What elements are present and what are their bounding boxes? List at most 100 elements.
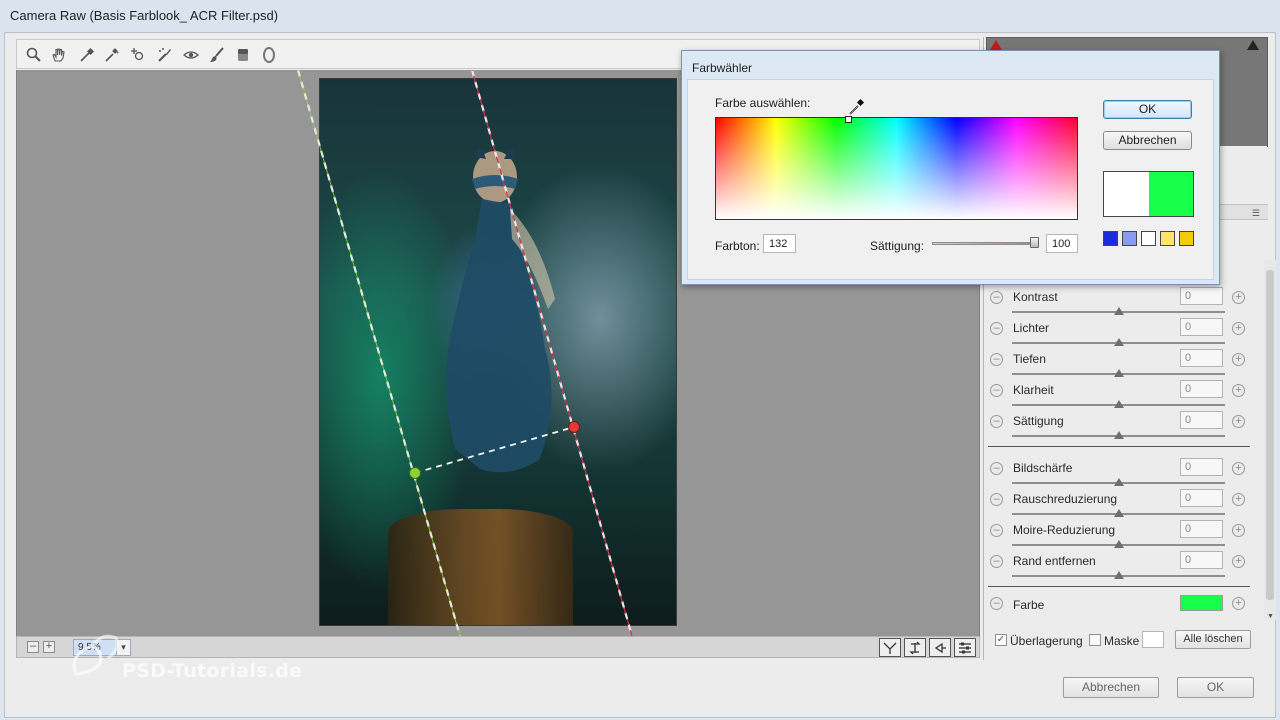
adjustment-value-field[interactable]: 0 [1180, 287, 1223, 305]
color-spectrum[interactable] [715, 117, 1078, 220]
slider-knob[interactable] [1113, 369, 1124, 377]
hue-label: Farbton: [715, 239, 760, 253]
slider-knob[interactable] [1113, 431, 1124, 439]
slider-knob[interactable] [1113, 400, 1124, 408]
dialog-cancel-button[interactable]: Abbrechen [1103, 131, 1192, 150]
increase-icon[interactable]: + [1232, 291, 1245, 304]
color-label: Farbe [1013, 598, 1045, 612]
zoom-tool-icon[interactable] [23, 44, 45, 66]
adjustment-brush-icon[interactable] [206, 44, 228, 66]
slider-knob[interactable] [1113, 338, 1124, 346]
adjustment-row-kontrast: – Kontrast 0 + [988, 287, 1250, 318]
decrease-icon[interactable]: – [990, 384, 1003, 397]
color-picker-dialog: Farbwähler Farbe auswählen: Farbton: 132… [681, 50, 1220, 285]
increase-icon[interactable]: + [1232, 384, 1245, 397]
panel-menu-icon[interactable]: ☰ [1252, 208, 1260, 219]
highlight-clipping-warning-icon[interactable] [1247, 40, 1259, 50]
increase-icon[interactable]: + [1232, 415, 1245, 428]
shadow-clipping-warning-icon[interactable] [990, 40, 1002, 50]
saturation-slider-knob[interactable] [1030, 237, 1039, 248]
adjustment-row-saettigung: – Sättigung 0 + [988, 411, 1250, 442]
zoom-in-button[interactable]: + [43, 641, 55, 653]
saturation-input[interactable]: 100 [1046, 234, 1078, 253]
adjustment-value-field[interactable]: 0 [1180, 411, 1223, 429]
overlay-checkbox[interactable]: ✓ [995, 634, 1007, 646]
increase-icon[interactable]: + [1232, 353, 1245, 366]
adjustment-value-field[interactable]: 0 [1180, 349, 1223, 367]
increase-icon[interactable]: + [1232, 322, 1245, 335]
panel-scrollbar[interactable]: ▼ [1264, 260, 1276, 620]
decrease-icon[interactable]: – [990, 415, 1003, 428]
color-swatch[interactable] [1180, 595, 1223, 611]
copy-settings-icon[interactable] [929, 638, 951, 657]
preset-swatch[interactable] [1103, 231, 1118, 246]
red-eye-tool-icon[interactable] [180, 44, 202, 66]
section-divider [988, 586, 1250, 587]
increase-icon[interactable]: + [1232, 493, 1245, 506]
adjustment-value-field[interactable]: 0 [1180, 318, 1223, 336]
filter-connector-line [414, 426, 575, 474]
slider-knob[interactable] [1113, 307, 1124, 315]
decrease-icon[interactable]: – [990, 555, 1003, 568]
section-divider [988, 446, 1250, 447]
adjustment-value-field[interactable]: 0 [1180, 520, 1223, 538]
dialog-ok-button[interactable]: OK [1103, 100, 1192, 119]
decrease-icon[interactable]: – [990, 597, 1003, 610]
decrease-icon[interactable]: – [990, 524, 1003, 537]
preset-swatch[interactable] [1160, 231, 1175, 246]
histogram-baseline [1212, 146, 1267, 147]
clear-all-button[interactable]: Alle löschen [1175, 630, 1251, 649]
preset-swatch[interactable] [1141, 231, 1156, 246]
slider-knob[interactable] [1113, 571, 1124, 579]
cancel-button[interactable]: Abbrechen [1063, 677, 1159, 698]
before-after-toggle-icon[interactable] [879, 638, 901, 657]
saturation-slider[interactable] [932, 242, 1037, 245]
color-sampler-tool-icon[interactable]: + [101, 44, 123, 66]
spectrum-marker[interactable] [845, 116, 852, 123]
mask-color-swatch[interactable] [1142, 631, 1164, 648]
toggle-settings-icon[interactable] [954, 638, 976, 657]
increase-icon[interactable]: + [1232, 597, 1245, 610]
spot-removal-tool-icon[interactable] [154, 44, 176, 66]
ok-button[interactable]: OK [1177, 677, 1254, 698]
red-pin[interactable] [568, 421, 580, 433]
hand-tool-icon[interactable] [48, 44, 70, 66]
decrease-icon[interactable]: – [990, 322, 1003, 335]
zoom-dropdown[interactable]: ▾ [116, 639, 131, 656]
hue-input[interactable]: 132 [763, 234, 796, 253]
slider-knob[interactable] [1113, 478, 1124, 486]
adjustment-value-field[interactable]: 0 [1180, 489, 1223, 507]
increase-icon[interactable]: + [1232, 462, 1245, 475]
scrollbar-thumb[interactable] [1266, 270, 1274, 600]
previous-color [1104, 172, 1149, 216]
increase-icon[interactable]: + [1232, 555, 1245, 568]
slider-knob[interactable] [1113, 540, 1124, 548]
decrease-icon[interactable]: – [990, 462, 1003, 475]
mask-checkbox[interactable] [1089, 634, 1101, 646]
adjustment-label: Rauschreduzierung [1013, 492, 1118, 506]
graduated-filter-icon[interactable] [232, 44, 254, 66]
svg-text:+: + [116, 51, 120, 57]
zoom-out-button[interactable]: – [27, 641, 39, 653]
preset-swatch[interactable] [1122, 231, 1137, 246]
white-balance-tool-icon[interactable] [76, 44, 98, 66]
color-compare [1103, 171, 1194, 217]
adjustment-value-field[interactable]: 0 [1180, 380, 1223, 398]
decrease-icon[interactable]: – [990, 291, 1003, 304]
green-pin[interactable] [409, 467, 421, 479]
swap-settings-icon[interactable] [904, 638, 926, 657]
scroll-down-icon[interactable]: ▼ [1267, 613, 1274, 620]
decrease-icon[interactable]: – [990, 493, 1003, 506]
adjustment-value-field[interactable]: 0 [1180, 458, 1223, 476]
adjustment-row-lichter: – Lichter 0 + [988, 318, 1250, 349]
preset-swatch[interactable] [1179, 231, 1194, 246]
targeted-adjustment-tool-icon[interactable] [127, 44, 149, 66]
adjustment-label: Bildschärfe [1013, 461, 1073, 475]
increase-icon[interactable]: + [1232, 524, 1245, 537]
slider-knob[interactable] [1113, 509, 1124, 517]
adjustment-label: Lichter [1013, 321, 1050, 335]
eyedropper-cursor-icon [849, 98, 865, 115]
radial-filter-icon[interactable] [258, 44, 280, 66]
adjustment-value-field[interactable]: 0 [1180, 551, 1223, 569]
decrease-icon[interactable]: – [990, 353, 1003, 366]
